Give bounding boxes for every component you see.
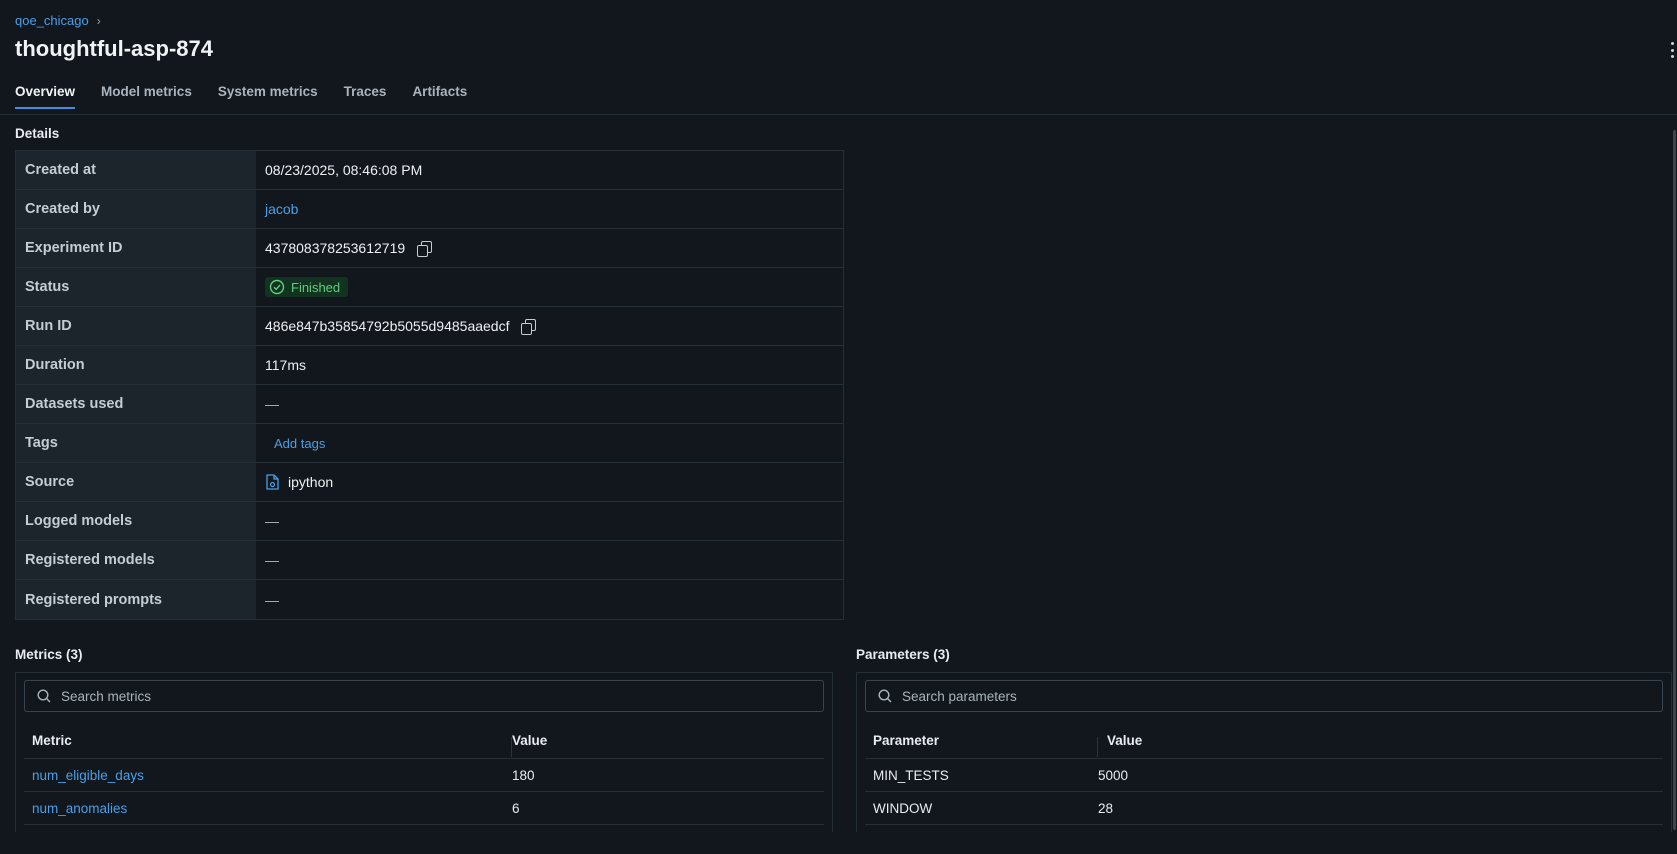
- registered-models-value: —: [265, 552, 279, 568]
- detail-row-tags: Tags Add tags: [16, 424, 843, 463]
- source-value[interactable]: ipython: [288, 474, 333, 490]
- details-table: Created at 08/23/2025, 08:46:08 PM Creat…: [15, 150, 844, 620]
- check-circle-icon: [269, 279, 285, 295]
- tab-artifacts[interactable]: Artifacts: [412, 84, 467, 109]
- copy-icon[interactable]: [521, 319, 537, 335]
- scrollbar-thumb[interactable]: [1673, 130, 1676, 830]
- search-icon: [878, 689, 892, 703]
- tab-bar: Overview Model metrics System metrics Tr…: [15, 84, 467, 109]
- metric-name-link[interactable]: num_anomalies: [24, 801, 512, 816]
- logged-models-value: —: [265, 513, 279, 529]
- metrics-search-input[interactable]: Search metrics: [24, 680, 824, 712]
- table-row: num_anomalies 6: [24, 792, 824, 825]
- detail-label: Tags: [16, 424, 256, 462]
- detail-row-datasets: Datasets used —: [16, 385, 843, 424]
- detail-row-registered-models: Registered models —: [16, 541, 843, 580]
- parameters-panel: Search parameters Parameter Value MIN_TE…: [856, 672, 1672, 832]
- experiment-id-cell: 437808378253612719: [256, 229, 843, 267]
- table-row: MIN_TESTS 5000: [865, 759, 1663, 792]
- column-header-metric[interactable]: Metric: [24, 733, 512, 757]
- detail-label: Registered models: [16, 541, 256, 579]
- metric-value: 180: [512, 767, 535, 783]
- column-header-parameter[interactable]: Parameter: [865, 733, 1098, 757]
- parameter-name: WINDOW: [873, 800, 933, 816]
- notebook-file-icon: [266, 474, 279, 490]
- experiment-id-value: 437808378253612719: [265, 240, 406, 256]
- registered-prompts-value: —: [265, 591, 279, 608]
- breadcrumb-experiment-link[interactable]: qoe_chicago: [15, 13, 89, 28]
- chevron-right-icon: ›: [96, 13, 101, 28]
- column-header-value[interactable]: Value: [512, 733, 547, 748]
- source-cell: ipython: [256, 463, 843, 501]
- details-heading: Details: [15, 126, 60, 141]
- add-tags-button[interactable]: Add tags: [274, 436, 325, 451]
- detail-row-source: Source ipython: [16, 463, 843, 502]
- tags-cell: Add tags: [256, 424, 843, 462]
- status-text: Finished: [291, 279, 341, 295]
- detail-row-registered-prompts: Registered prompts —: [16, 580, 843, 619]
- duration-value: 117ms: [265, 357, 306, 373]
- created-at-value: 08/23/2025, 08:46:08 PM: [265, 162, 423, 178]
- more-options-icon[interactable]: [1669, 42, 1675, 58]
- detail-label: Created at: [16, 151, 256, 189]
- detail-row-created-by: Created by jacob: [16, 190, 843, 229]
- detail-row-duration: Duration 117ms: [16, 346, 843, 385]
- datasets-value: —: [265, 396, 279, 412]
- table-header: Parameter Value: [865, 723, 1663, 759]
- page-title: thoughtful-asp-874: [15, 36, 213, 61]
- breadcrumb: qoe_chicago ›: [15, 13, 101, 28]
- detail-label: Status: [16, 268, 256, 306]
- created-by-link[interactable]: jacob: [256, 190, 843, 228]
- tabs-divider: [0, 114, 1677, 115]
- parameters-heading: Parameters (3): [856, 647, 950, 662]
- parameter-value: 28: [1098, 800, 1114, 816]
- parameter-value: 5000: [1098, 767, 1129, 783]
- metrics-table: Metric Value num_eligible_days 180 num_a…: [24, 723, 824, 825]
- metric-name-link[interactable]: num_eligible_days: [24, 768, 512, 783]
- search-icon: [37, 689, 51, 703]
- detail-row-experiment-id: Experiment ID 437808378253612719: [16, 229, 843, 268]
- run-page: qoe_chicago › thoughtful-asp-874 Overvie…: [0, 0, 1677, 854]
- tab-system-metrics[interactable]: System metrics: [218, 84, 318, 109]
- run-id-cell: 486e847b35854792b5055d9485aaedcf: [256, 307, 843, 345]
- detail-label: Created by: [16, 190, 256, 228]
- status-badge: Finished: [265, 277, 349, 297]
- table-row: num_eligible_days 180: [24, 759, 824, 792]
- parameters-search-placeholder: Search parameters: [902, 688, 1017, 704]
- detail-label: Run ID: [16, 307, 256, 345]
- run-id-value: 486e847b35854792b5055d9485aaedcf: [265, 318, 510, 334]
- tab-traces[interactable]: Traces: [344, 84, 387, 109]
- detail-label: Logged models: [16, 502, 256, 540]
- parameters-search-input[interactable]: Search parameters: [865, 680, 1663, 712]
- detail-label: Experiment ID: [16, 229, 256, 267]
- detail-row-logged-models: Logged models —: [16, 502, 843, 541]
- column-header-value[interactable]: Value: [1098, 733, 1142, 748]
- metrics-heading: Metrics (3): [15, 647, 83, 662]
- tab-overview[interactable]: Overview: [15, 84, 76, 109]
- status-cell: Finished: [256, 268, 843, 306]
- metric-value: 6: [512, 800, 520, 816]
- metrics-search-placeholder: Search metrics: [61, 688, 152, 704]
- tab-model-metrics[interactable]: Model metrics: [101, 84, 192, 109]
- detail-label: Registered prompts: [16, 580, 256, 619]
- parameter-name: MIN_TESTS: [873, 767, 949, 783]
- detail-label: Duration: [16, 346, 256, 384]
- detail-row-status: Status Finished: [16, 268, 843, 307]
- detail-label: Source: [16, 463, 256, 501]
- detail-row-created-at: Created at 08/23/2025, 08:46:08 PM: [16, 151, 843, 190]
- parameters-table: Parameter Value MIN_TESTS 5000 WINDOW 28: [865, 723, 1663, 825]
- table-header: Metric Value: [24, 723, 824, 759]
- copy-icon[interactable]: [417, 241, 433, 257]
- table-row: WINDOW 28: [865, 792, 1663, 825]
- detail-row-run-id: Run ID 486e847b35854792b5055d9485aaedcf: [16, 307, 843, 346]
- detail-label: Datasets used: [16, 385, 256, 423]
- metrics-panel: Search metrics Metric Value num_eligible…: [15, 672, 833, 832]
